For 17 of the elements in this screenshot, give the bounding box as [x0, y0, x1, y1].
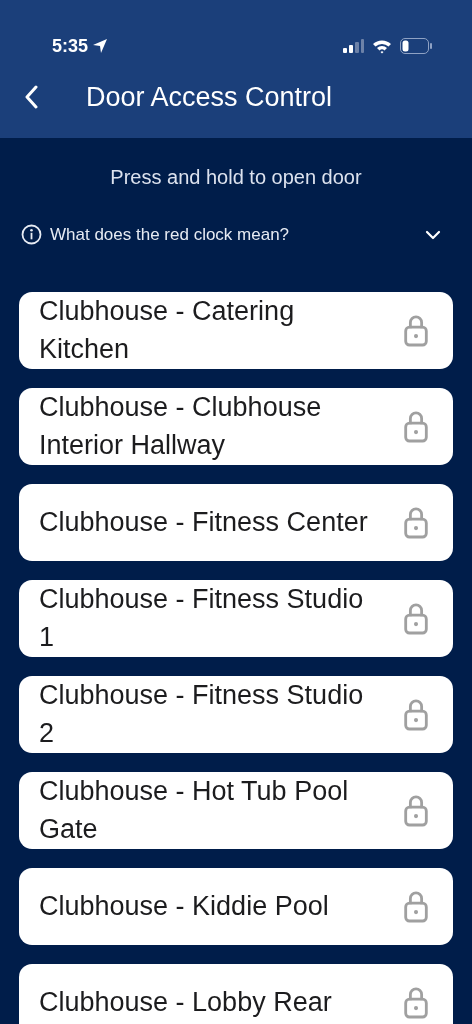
page-title: Door Access Control	[86, 80, 333, 114]
door-card[interactable]: Clubhouse - Clubhouse Interior Hallway	[19, 387, 453, 465]
door-card[interactable]: Clubhouse - Kiddie Pool	[19, 867, 453, 945]
door-card[interactable]: Clubhouse - Fitness Center	[19, 483, 453, 561]
info-icon	[21, 224, 42, 246]
location-arrow-icon	[92, 38, 109, 54]
door-card[interactable]: Clubhouse - Fitness Studio 2	[19, 675, 453, 753]
door-card[interactable]: Clubhouse - Catering Kitchen	[19, 291, 453, 369]
battery-icon	[400, 38, 432, 54]
signal-icon	[342, 39, 364, 53]
status-time: 5:35	[52, 34, 89, 58]
wifi-icon	[372, 38, 392, 54]
instruction-text: Press and hold to open door	[109, 165, 363, 190]
info-toggle[interactable]: What does the red clock mean?	[0, 222, 472, 248]
door-card[interactable]: Clubhouse - Fitness Studio 1	[19, 579, 453, 657]
door-card[interactable]: Clubhouse - Hot Tub Pool Gate	[19, 771, 453, 849]
door-card[interactable]: Clubhouse - Lobby Rear	[19, 963, 453, 1024]
